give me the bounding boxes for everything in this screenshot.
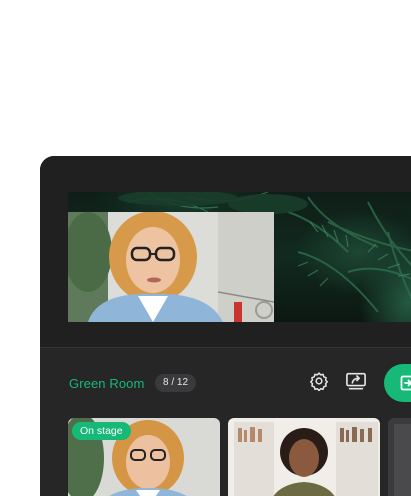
participant-thumbnail[interactable]: On stage bbox=[68, 418, 220, 496]
room-title: Green Room bbox=[69, 376, 144, 391]
gear-icon bbox=[309, 371, 329, 396]
participant-count-badge: 8 / 12 bbox=[155, 374, 196, 392]
video-call-window: Green Room 8 / 12 bbox=[40, 156, 411, 496]
enter-stage-icon bbox=[400, 375, 411, 396]
screen-share-icon bbox=[345, 371, 367, 396]
stage-area bbox=[40, 156, 411, 347]
main-speaker-video[interactable] bbox=[68, 212, 274, 322]
participant-thumbnail[interactable] bbox=[388, 418, 411, 496]
participant-thumbnail[interactable] bbox=[228, 418, 380, 496]
enter-stage-button[interactable] bbox=[384, 364, 411, 402]
on-stage-badge: On stage bbox=[72, 422, 131, 440]
green-room-panel: Green Room 8 / 12 bbox=[40, 347, 411, 496]
screen-share-button[interactable] bbox=[344, 371, 368, 395]
settings-button[interactable] bbox=[307, 371, 331, 395]
